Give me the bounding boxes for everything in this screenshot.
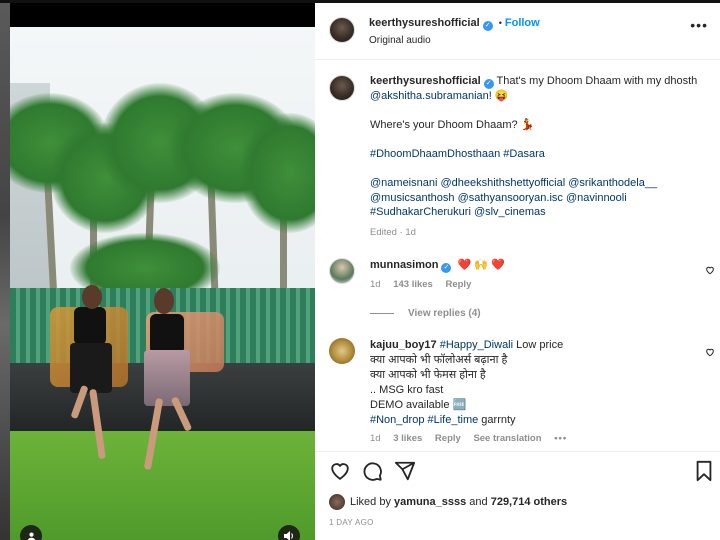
commenter-avatar[interactable] [329, 338, 355, 364]
comment-meta: 1d 143 likes Reply [370, 277, 710, 292]
comment-text: क्या आपको भी फेमस होना है [370, 369, 486, 381]
comment-meta: 1d 3 likes Reply See translation ••• [370, 431, 710, 446]
caption-hashtags[interactable]: #DhoomDhaamDhosthaan #Dasara [370, 148, 545, 160]
verified-badge-icon: ✓ [483, 79, 494, 89]
caption-username[interactable]: keerthysureshofficial [370, 75, 481, 87]
tagged-user-icon[interactable] [20, 525, 42, 540]
reply-button[interactable]: Reply [435, 433, 461, 444]
comment-text: DEMO available [370, 399, 450, 411]
comment-like-heart-outline-icon[interactable] [705, 347, 715, 357]
follow-button[interactable]: Follow [505, 17, 540, 29]
post-time[interactable]: 1 DAY AGO [329, 518, 374, 527]
author-avatar[interactable] [329, 17, 355, 43]
comment-username[interactable]: munnasimon [370, 259, 438, 271]
reply-button[interactable]: Reply [445, 279, 471, 290]
liked-by-and: and [469, 495, 488, 508]
comment-item: kajuu_boy17 #Happy_Diwali Low price क्या… [370, 338, 710, 446]
comment-username[interactable]: kajuu_boy17 [370, 339, 437, 351]
caption-avatar[interactable] [329, 75, 355, 101]
comment-likes[interactable]: 3 likes [393, 433, 422, 444]
comment-text: ❤️ 🙌 ❤️ [457, 259, 505, 271]
bookmark-icon[interactable] [694, 460, 716, 482]
comment-text: .. MSG kro fast [370, 384, 444, 396]
liked-by: Liked by yamuna_ssss and 729,714 others [329, 494, 567, 510]
caption-mention[interactable]: @akshitha.subramanian! [370, 90, 492, 102]
caption-emoji: 😝 [494, 90, 509, 102]
edited-label: Edited [370, 226, 397, 238]
commenter-avatar[interactable] [329, 258, 355, 284]
heart-icon[interactable] [329, 460, 351, 482]
audio-label[interactable]: Original audio [369, 35, 431, 46]
author-username[interactable]: keerthysureshofficial [369, 17, 480, 29]
caption: keerthysureshofficial ✓ That's my Dhoom D… [370, 74, 715, 240]
post-header: keerthysureshofficial ✓ • Follow Original … [315, 3, 720, 60]
verified-badge-icon: ✓ [482, 21, 493, 31]
comment-text: क्या आपको भी फॉलोअर्स बढ़ाना है [370, 354, 508, 366]
view-replies-label: View replies (4) [408, 308, 481, 319]
verified-badge-icon: ✓ [441, 263, 452, 273]
post-actions: Liked by yamuna_ssss and 729,714 others … [315, 451, 720, 540]
liker-avatar[interactable] [329, 494, 345, 510]
caption-meta: Edited · 1d [370, 226, 715, 241]
view-replies-button[interactable]: View replies (4) [370, 308, 481, 319]
background-strip [0, 0, 10, 540]
more-options-icon[interactable]: ••• [690, 17, 708, 33]
likes-count[interactable]: 729,714 others [491, 496, 567, 508]
comment-likes[interactable]: 143 likes [393, 279, 433, 290]
video-lawn [10, 431, 315, 540]
caption-question: Where's your Dhoom Dhaam? [370, 119, 518, 131]
post-panel: keerthysureshofficial ✓ • Follow Original … [315, 3, 720, 540]
caption-time[interactable]: 1d [405, 227, 416, 238]
header-separator: • [498, 18, 502, 28]
free-badge-icon: 🆓 [452, 399, 467, 411]
comment-like-heart-outline-icon[interactable] [705, 265, 715, 275]
liked-by-label: Liked by [350, 495, 391, 508]
reel-video[interactable] [10, 3, 315, 540]
comment-more-icon[interactable]: ••• [554, 433, 567, 444]
comment-time[interactable]: 1d [370, 433, 381, 444]
comments-scroll[interactable]: keerthysureshofficial ✓ That's my Dhoom D… [315, 61, 720, 451]
comment-hashtag[interactable]: #Happy_Diwali [440, 339, 513, 351]
liker-username[interactable]: yamuna_ssss [394, 496, 466, 508]
see-translation-button[interactable]: See translation [473, 433, 541, 444]
comment-icon[interactable] [361, 460, 383, 482]
meta-dot: · [399, 226, 403, 238]
comment-text: Low price [513, 339, 564, 351]
caption-emoji: 💃 [520, 119, 535, 131]
comment-hashtag[interactable]: #Non_drop #Life_time [370, 414, 478, 426]
send-icon[interactable] [394, 460, 416, 482]
caption-credits[interactable]: @nameisnani @dheekshithshettyofficial @s… [370, 177, 657, 218]
speaker-icon[interactable] [278, 525, 300, 540]
comment-text: garrnty [478, 414, 516, 426]
comment-time[interactable]: 1d [370, 279, 381, 290]
caption-line1: That's my Dhoom Dhaam with my dhosth [496, 75, 698, 87]
comment-item: munnasimon ✓ ❤️ 🙌 ❤️ 1d 143 likes Reply [370, 258, 710, 292]
